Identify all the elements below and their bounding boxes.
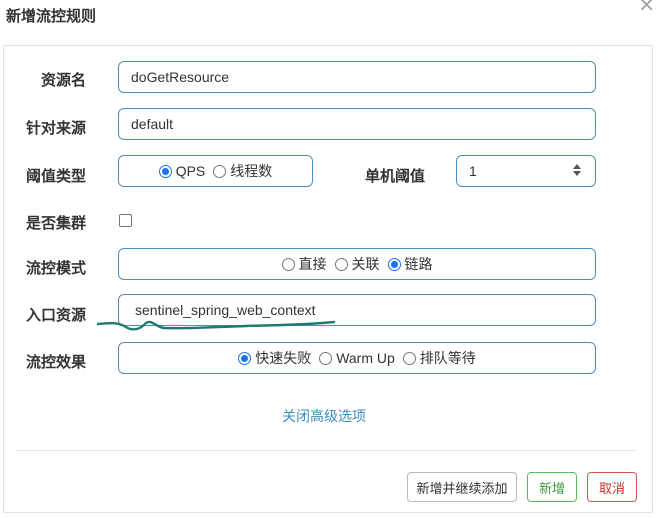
control-mode-option-direct[interactable]: 直接 xyxy=(281,254,327,274)
control-effect-option-warm-up[interactable]: Warm Up xyxy=(319,350,395,366)
entry-resource-label: 入口资源 xyxy=(26,306,87,324)
radio-selected-icon[interactable] xyxy=(158,164,172,178)
cluster-checkbox[interactable] xyxy=(119,214,132,227)
handwritten-underline-annotation xyxy=(96,320,336,331)
close-icon[interactable]: × xyxy=(638,0,655,14)
option-label: 直接 xyxy=(298,256,327,272)
option-label: 链路 xyxy=(404,256,433,272)
control-effect-option-fast-fail[interactable]: 快速失败 xyxy=(238,348,311,368)
stepper-arrows-icon[interactable] xyxy=(572,162,582,178)
resource-input[interactable] xyxy=(118,61,596,93)
radio-icon[interactable] xyxy=(319,351,333,365)
dialog-title: 新增流控规则 xyxy=(6,7,97,25)
single-threshold-label: 单机阈值 xyxy=(365,167,426,185)
threshold-type-label: 阈值类型 xyxy=(26,167,87,185)
limit-app-label: 针对来源 xyxy=(26,119,87,137)
stepper-down-icon[interactable] xyxy=(573,171,581,176)
control-effect-radio-group: 快速失败 Warm Up 排队等待 xyxy=(118,342,596,374)
control-mode-option-chain[interactable]: 链路 xyxy=(387,254,433,274)
option-label: 关联 xyxy=(351,256,380,272)
threshold-type-option-threads[interactable]: 线程数 xyxy=(213,161,272,181)
radio-icon[interactable] xyxy=(281,257,295,271)
dialog-header: 新增流控规则 × xyxy=(0,0,657,30)
option-label: QPS xyxy=(175,163,206,179)
control-mode-radio-group: 直接 关联 链路 xyxy=(118,248,596,280)
close-advanced-options-link[interactable]: 关闭高级选项 xyxy=(282,406,366,426)
option-label: 快速失败 xyxy=(255,350,312,366)
resource-label: 资源名 xyxy=(41,71,87,89)
option-label: 排队等待 xyxy=(419,350,476,366)
threshold-type-radio-group: QPS 线程数 xyxy=(118,155,313,187)
control-effect-option-queue[interactable]: 排队等待 xyxy=(402,348,476,368)
control-mode-option-relate[interactable]: 关联 xyxy=(334,254,380,274)
cluster-label: 是否集群 xyxy=(26,214,87,232)
cancel-button[interactable]: 取消 xyxy=(587,472,637,502)
add-button[interactable]: 新增 xyxy=(527,472,577,502)
control-mode-label: 流控模式 xyxy=(26,259,87,277)
footer-divider xyxy=(15,450,637,451)
option-label: 线程数 xyxy=(230,163,273,179)
option-label: Warm Up xyxy=(336,350,395,366)
limit-app-input[interactable] xyxy=(118,108,596,140)
radio-selected-icon[interactable] xyxy=(387,257,401,271)
control-effect-label: 流控效果 xyxy=(26,353,87,371)
add-and-continue-button[interactable]: 新增并继续添加 xyxy=(407,472,517,502)
radio-icon[interactable] xyxy=(213,164,227,178)
threshold-type-option-qps[interactable]: QPS xyxy=(158,163,206,179)
radio-icon[interactable] xyxy=(334,257,348,271)
single-threshold-field xyxy=(456,155,596,187)
stepper-up-icon[interactable] xyxy=(573,164,581,169)
radio-icon[interactable] xyxy=(402,351,416,365)
radio-selected-icon[interactable] xyxy=(238,351,252,365)
